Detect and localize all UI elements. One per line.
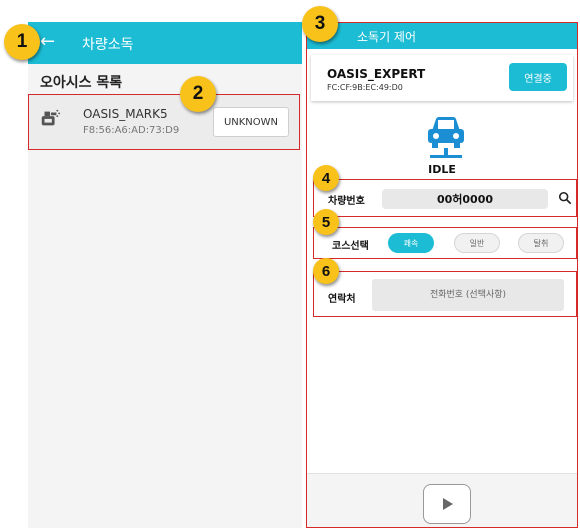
course-deodorize-button[interactable]: 탈취	[518, 233, 564, 253]
device-list-heading: 오아시스 목록	[40, 75, 123, 91]
connected-device-card: OASIS_EXPERT FC:CF:9B:EC:49:D0 연결중	[311, 55, 573, 101]
callout-badge: 3	[302, 6, 338, 42]
car-lift-icon	[428, 117, 464, 158]
play-icon	[443, 498, 453, 510]
callout-badge: 1	[4, 24, 40, 60]
search-icon[interactable]	[558, 191, 572, 205]
callout-badge: 2	[180, 76, 216, 112]
bottom-action-bar	[307, 473, 577, 527]
plate-number-section: 차량번호	[313, 179, 577, 217]
control-title: 소독기 제어	[357, 30, 417, 44]
connected-device-mac: FC:CF:9B:EC:49:D0	[327, 83, 403, 92]
back-arrow-icon[interactable]: ←	[40, 32, 55, 52]
callout-badge: 6	[313, 258, 339, 284]
callout-badge: 4	[313, 165, 339, 191]
app-header: ← 차량소독	[28, 22, 302, 64]
vehicle-disinfection-screen: ← 차량소독 오아시스 목록 OASIS_MARK5 F8:56:A6:AD:7…	[28, 22, 302, 528]
page-title: 차량소독	[82, 37, 134, 53]
contact-label: 연락처	[328, 294, 356, 305]
course-selection-label: 코스선택	[332, 241, 369, 252]
device-status-button[interactable]: UNKNOWN	[213, 107, 289, 137]
device-name: OASIS_MARK5	[83, 107, 168, 121]
phone-number-input[interactable]	[372, 279, 564, 311]
start-button[interactable]	[423, 484, 471, 524]
disinfector-control-screen: 소독기 제어 OASIS_EXPERT FC:CF:9B:EC:49:D0 연결…	[306, 22, 578, 528]
device-status-text: IDLE	[428, 163, 456, 176]
plate-number-input[interactable]	[382, 189, 548, 209]
plate-number-label: 차량번호	[328, 196, 365, 207]
connected-device-name: OASIS_EXPERT	[327, 67, 426, 81]
course-normal-button[interactable]: 일반	[454, 233, 500, 253]
course-selection-section: 코스선택 쾌속 일반 탈취	[313, 227, 577, 259]
device-mac-address: F8:56:A6:AD:73:D9	[83, 125, 180, 136]
course-fast-button[interactable]: 쾌속	[388, 233, 434, 253]
disinfector-device-icon	[41, 109, 61, 126]
contact-section: 연락처	[313, 271, 577, 317]
connect-button[interactable]: 연결중	[509, 63, 567, 91]
control-header: 소독기 제어	[307, 23, 577, 49]
device-list-item[interactable]: OASIS_MARK5 F8:56:A6:AD:73:D9 UNKNOWN	[28, 94, 300, 150]
callout-badge: 5	[313, 209, 339, 235]
